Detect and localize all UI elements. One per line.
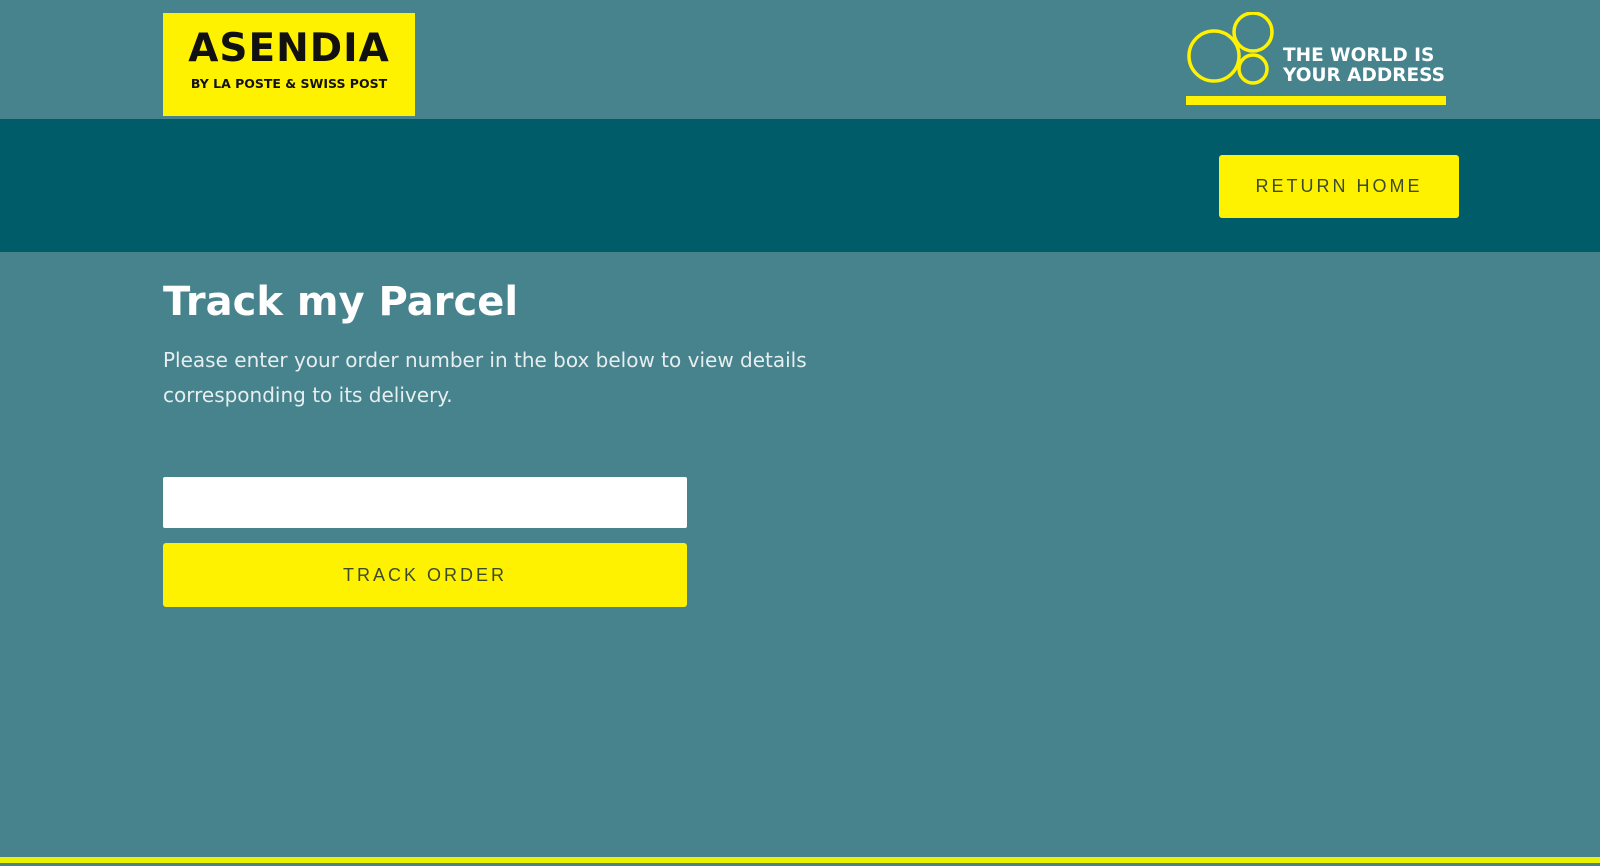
intro-text: Please enter your order number in the bo… — [163, 348, 807, 407]
site-header: ASENDIA BY LA POSTE & SWISS POST THE WOR… — [0, 0, 1600, 119]
nav-band: RETURN HOME — [0, 119, 1600, 252]
return-home-button[interactable]: RETURN HOME — [1219, 155, 1459, 218]
tagline-line-2: YOUR ADDRESS — [1283, 65, 1445, 86]
page-title: Track my Parcel — [163, 279, 519, 325]
logo-subtitle: BY LA POSTE & SWISS POST — [190, 76, 388, 91]
logo-title: ASENDIA — [188, 26, 390, 71]
track-order-button[interactable]: TRACK ORDER — [163, 543, 687, 607]
tagline-underline — [1186, 96, 1446, 105]
tagline: THE WORLD IS YOUR ADDRESS — [1186, 12, 1446, 106]
circles-icon — [1187, 12, 1274, 85]
footer-divider — [0, 857, 1600, 863]
order-number-input[interactable] — [163, 477, 687, 528]
tagline-text: THE WORLD IS YOUR ADDRESS — [1283, 46, 1445, 86]
tagline-line-1: THE WORLD IS — [1283, 45, 1435, 66]
asendia-logo[interactable]: ASENDIA BY LA POSTE & SWISS POST — [163, 13, 415, 116]
